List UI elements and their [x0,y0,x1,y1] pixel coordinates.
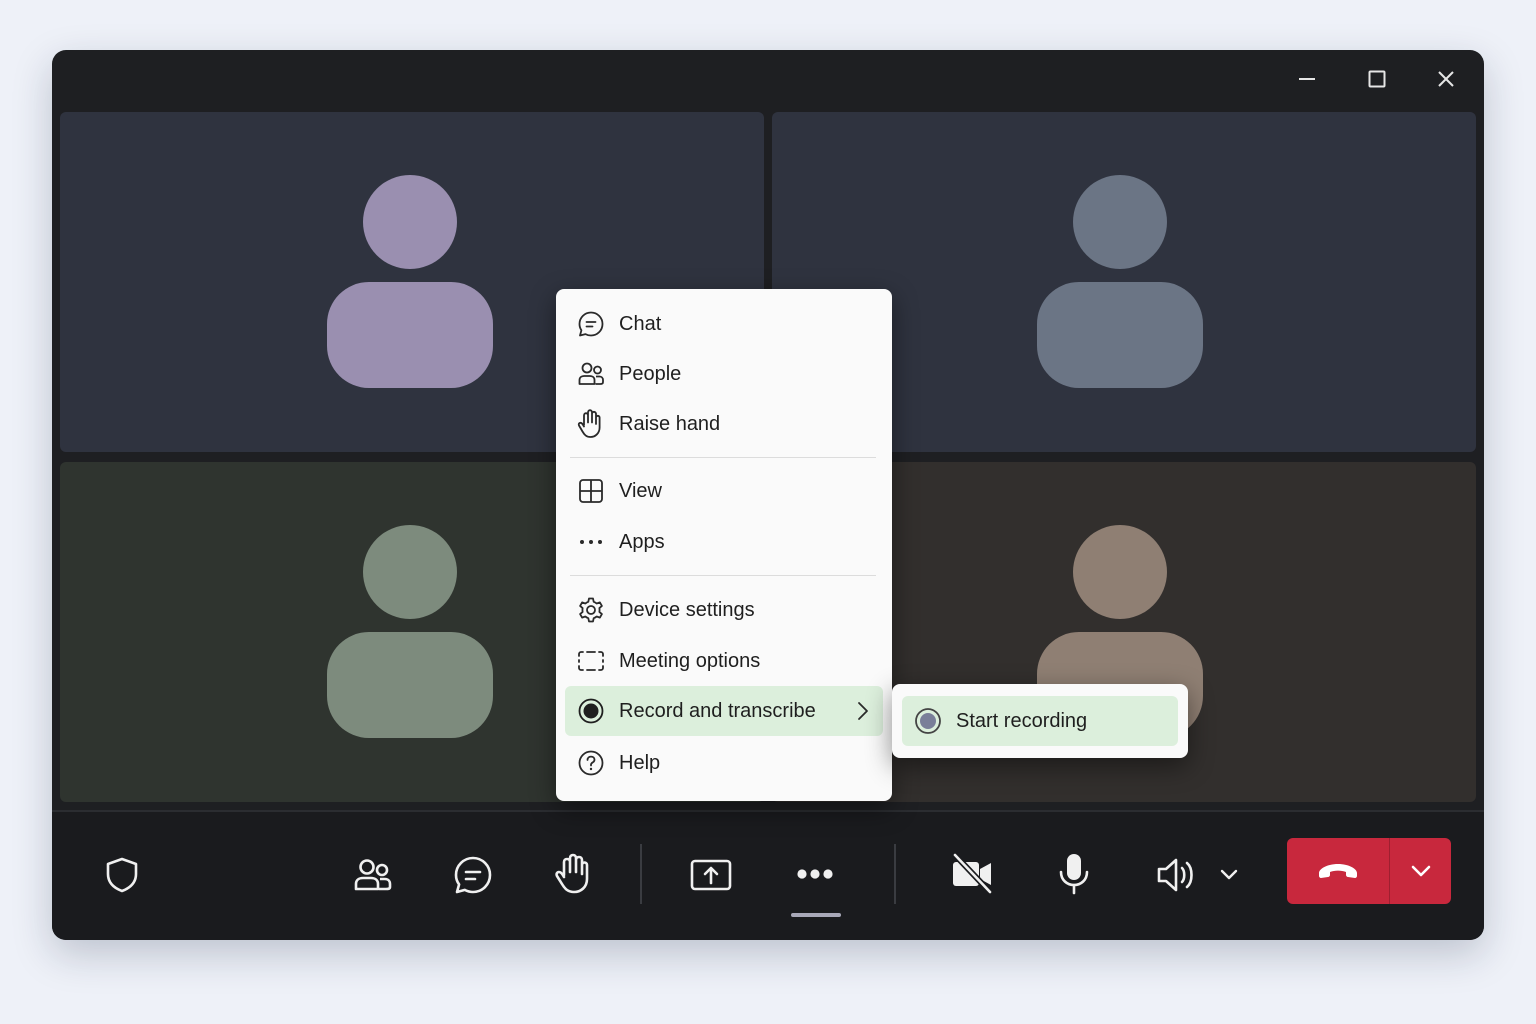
close-window-button[interactable] [1426,62,1466,96]
menu-item-help[interactable]: Help [565,740,883,786]
share-screen-icon [690,859,732,891]
menu-item-label: People [619,362,682,385]
microphone-button[interactable] [1048,848,1100,900]
gear-icon [577,596,605,624]
raise-hand-icon [577,409,605,438]
menu-item-label: Apps [619,530,665,553]
menu-item-apps[interactable]: Apps [565,519,883,565]
leave-call-button[interactable] [1287,838,1389,904]
menu-item-label: Record and transcribe [619,699,816,722]
menu-divider [570,575,876,576]
menu-item-record-and-transcribe[interactable]: Record and transcribe [565,686,883,736]
people-icon [354,859,392,891]
minimize-button[interactable] [1287,62,1327,96]
leave-options-dropdown[interactable] [1390,838,1451,904]
chat-icon [454,856,492,894]
active-indicator [791,913,841,917]
menu-item-raise-hand[interactable]: Raise hand [565,401,883,447]
menu-item-view[interactable]: View [565,468,883,514]
chevron-down-icon [1411,865,1430,877]
apps-ellipsis-icon [577,528,605,556]
raise-hand-icon [555,853,589,894]
audio-options-dropdown[interactable] [1214,860,1244,890]
meeting-options-icon [577,647,605,675]
menu-divider [570,457,876,458]
start-recording-label: Start recording [956,709,1088,732]
close-icon [1438,71,1454,87]
speaker-icon [1157,858,1193,892]
more-ellipsis-icon [797,869,833,879]
menu-item-label: Chat [619,312,662,335]
camera-toggle-button[interactable] [945,848,999,898]
minimize-icon [1299,78,1315,80]
help-icon [577,749,605,777]
maximize-button[interactable] [1357,62,1397,96]
people-button[interactable] [346,850,400,900]
chevron-right-icon [857,701,869,726]
security-button[interactable] [96,850,148,900]
record-icon [577,697,605,725]
menu-item-device-settings[interactable]: Device settings [565,587,883,633]
chat-icon [577,310,605,338]
share-screen-button[interactable] [684,850,738,900]
menu-item-label: Raise hand [619,412,721,435]
view-grid-icon [577,477,605,505]
maximize-icon [1368,70,1386,88]
start-recording-button[interactable]: Start recording [902,696,1178,746]
menu-item-label: View [619,479,662,502]
menu-item-label: Help [619,751,661,774]
chevron-down-icon [1220,869,1238,880]
hang-up-icon [1319,864,1357,878]
chat-button[interactable] [446,850,500,900]
shield-icon [106,857,138,893]
raise-hand-button[interactable] [546,848,600,900]
more-options-button[interactable] [788,852,842,896]
menu-item-label: Meeting options [619,649,761,672]
menu-item-label: Device settings [619,598,755,621]
menu-item-chat[interactable]: Chat [565,301,883,347]
microphone-icon [1059,854,1089,895]
menu-item-meeting-options[interactable]: Meeting options [565,638,883,684]
speaker-button[interactable] [1150,850,1204,900]
camera-off-icon [952,852,993,894]
menu-item-people[interactable]: People [565,351,883,397]
more-options-menu: Chat People Raise hand View Apps Device … [556,289,892,801]
recording-dot-icon [914,707,942,735]
record-submenu: Start recording [892,684,1188,758]
meeting-toolbar [52,810,1484,940]
people-icon [577,360,605,388]
